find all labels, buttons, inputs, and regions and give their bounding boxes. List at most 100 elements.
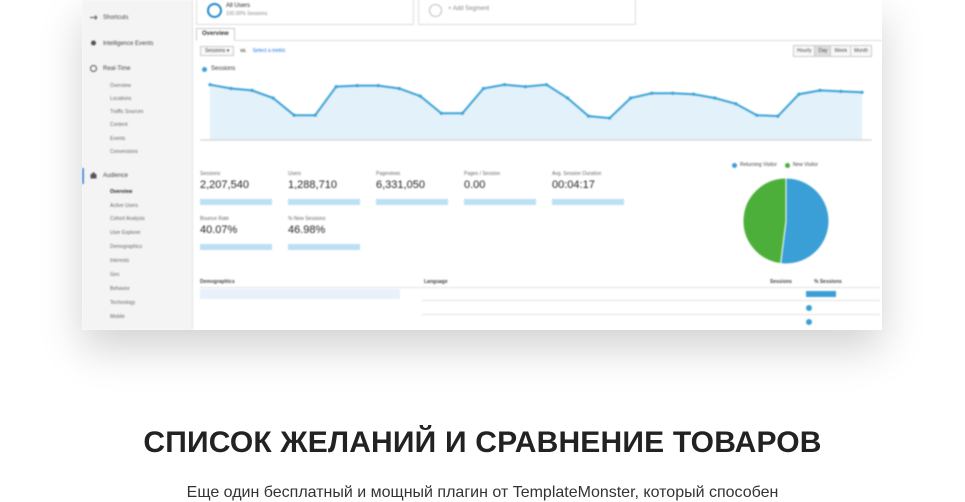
data-point bbox=[776, 114, 780, 118]
realtime-sub-item: Traffic Sources bbox=[110, 109, 144, 115]
segment-title: All Users bbox=[226, 3, 251, 9]
metric-value: 46.98% bbox=[288, 224, 326, 236]
analytics-screenshot: Shortcuts Intelligence Events Real-Time … bbox=[82, 0, 882, 330]
data-point bbox=[586, 114, 591, 118]
sessions-area-chart bbox=[200, 83, 872, 141]
audience-sub-item: Mobile bbox=[110, 314, 125, 320]
visitor-pie-chart bbox=[742, 177, 830, 265]
sidebar-item-audience: Audience bbox=[90, 172, 128, 179]
chart-area-fill bbox=[210, 84, 862, 140]
realtime-sub-item: Content bbox=[110, 122, 128, 128]
gran-hourly: Hourly bbox=[793, 45, 816, 57]
data-point bbox=[523, 84, 528, 89]
pie-slice bbox=[780, 177, 830, 265]
data-point bbox=[208, 83, 212, 87]
realtime-sub-item: Overview bbox=[110, 83, 131, 89]
sidebar-item-realtime: Real-Time bbox=[90, 65, 130, 72]
main-panel: All Users 100.00% Sessions + Add Segment… bbox=[192, 0, 882, 330]
metric-label: Sessions bbox=[200, 171, 221, 177]
table-dot bbox=[806, 319, 812, 325]
audience-sub-item: Demographics bbox=[110, 244, 143, 250]
divider bbox=[422, 314, 880, 315]
audience-sub-item: Technology bbox=[110, 300, 136, 306]
tab-bar: Overview bbox=[196, 28, 882, 41]
data-point bbox=[629, 96, 633, 100]
sidebar-item-label: Real-Time bbox=[103, 65, 131, 72]
data-point bbox=[334, 84, 338, 89]
tab-overview: Overview bbox=[196, 28, 235, 41]
table-header-sessions: Sessions bbox=[770, 279, 792, 285]
gran-day: Day bbox=[814, 45, 832, 57]
audience-sub-item: Cohort Analysis bbox=[110, 216, 145, 222]
table-bar bbox=[806, 291, 836, 297]
data-point bbox=[650, 91, 654, 95]
data-point bbox=[818, 88, 822, 92]
audience-sub-item: Overview bbox=[110, 189, 133, 195]
realtime-sub-item: Locations bbox=[110, 96, 132, 102]
metric-card: Avg. Session Duration 00:04:17 bbox=[552, 171, 632, 211]
divider bbox=[200, 287, 880, 288]
table-header-language: Language bbox=[424, 279, 448, 285]
data-point bbox=[502, 83, 507, 87]
sidebar-item-label: Shortcuts bbox=[103, 14, 129, 21]
realtime-sub-item: Events bbox=[110, 136, 126, 142]
metric-value: 40.07% bbox=[200, 224, 238, 236]
data-point bbox=[608, 116, 612, 120]
metric-value: 00:04:17 bbox=[552, 179, 595, 191]
page-title: СПИСОК ЖЕЛАНИЙ И СРАВНЕНИЕ ТОВАРОВ bbox=[143, 426, 822, 459]
gran-month: Month bbox=[850, 45, 872, 57]
metric-card: Bounce Rate 40.07% bbox=[200, 216, 280, 256]
data-point bbox=[544, 83, 549, 87]
metric-sparkline bbox=[464, 199, 536, 205]
pie-legend: Returning Visitor New Visitor bbox=[732, 162, 818, 168]
data-point bbox=[229, 86, 233, 91]
lightbulb-icon bbox=[90, 40, 97, 47]
metric-label: Bounce Rate bbox=[200, 216, 229, 222]
data-point bbox=[860, 90, 864, 94]
sidebar-item-shortcuts: Shortcuts bbox=[90, 14, 128, 21]
pie-legend-label: Returning Visitor bbox=[740, 162, 777, 168]
data-point bbox=[418, 94, 422, 98]
data-point bbox=[376, 84, 380, 88]
gran-week: Week bbox=[830, 45, 852, 57]
select-metric-link: Select a metric bbox=[252, 48, 286, 54]
audience-sub-item: Active Users bbox=[110, 203, 139, 209]
add-segment: + Add Segment bbox=[418, 0, 636, 25]
page-description: Еще один бесплатный и мощный плагин от T… bbox=[186, 484, 779, 501]
metric-label: Pageviews bbox=[376, 171, 401, 177]
segment-circle-icon bbox=[207, 3, 222, 18]
shortcuts-icon bbox=[90, 14, 98, 21]
audience-sub-item: Behavior bbox=[110, 286, 130, 292]
metric-sparkline bbox=[200, 199, 272, 205]
legend-dot bbox=[202, 66, 207, 72]
vs-label: vs. bbox=[240, 48, 247, 54]
data-point bbox=[797, 92, 801, 96]
metric-value: 0.00 bbox=[464, 179, 486, 191]
segment-subtitle: 100.00% Sessions bbox=[226, 11, 268, 17]
data-point bbox=[734, 102, 738, 106]
metric-dropdown-label: Sessions bbox=[205, 48, 226, 54]
sidebar-item-intelligence: Intelligence Events bbox=[90, 40, 153, 47]
metric-label: Users bbox=[288, 171, 302, 177]
chart-controls: Sessions ▾ vs. Select a metric bbox=[200, 45, 286, 57]
sidebar: Shortcuts Intelligence Events Real-Time … bbox=[82, 0, 193, 330]
metric-card: Pages / Session 0.00 bbox=[464, 171, 544, 211]
realtime-sub-item: Conversions bbox=[110, 149, 138, 155]
data-point bbox=[397, 86, 401, 91]
metric-value: 6,331,050 bbox=[376, 179, 425, 191]
metric-sparkline bbox=[552, 199, 624, 205]
metric-sparkline bbox=[288, 199, 360, 205]
data-point bbox=[460, 111, 464, 115]
data-point bbox=[713, 96, 717, 100]
table-header-pct: % Sessions bbox=[814, 279, 842, 285]
legend-dot bbox=[732, 162, 737, 168]
pie-legend-returning: Returning Visitor bbox=[732, 162, 777, 168]
data-point bbox=[355, 84, 359, 88]
metric-sparkline bbox=[376, 199, 448, 205]
data-point bbox=[481, 86, 486, 91]
data-point bbox=[313, 113, 317, 117]
add-segment-circle-icon bbox=[429, 4, 442, 17]
active-indicator bbox=[82, 168, 84, 184]
data-point bbox=[250, 88, 254, 92]
data-point bbox=[755, 113, 759, 117]
